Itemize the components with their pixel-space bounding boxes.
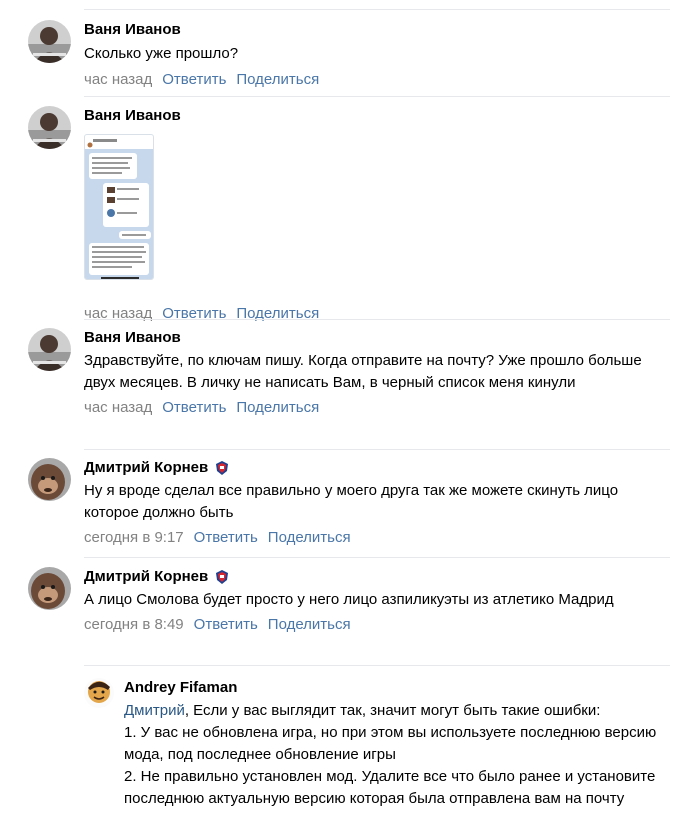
comment-text: А лицо Смолова будет просто у него лицо … (84, 591, 614, 608)
comment-text-line: , Если у вас выглядит так, значит могут … (184, 702, 601, 719)
comment-text: Здравствуйте, по ключам пишу. Когда отпр… (84, 352, 642, 391)
reply-button[interactable]: Ответить (162, 304, 226, 324)
reply-comment: Andrey Fifaman Дмитрий, Если у вас выгля… (84, 668, 670, 826)
share-button[interactable]: Поделиться (268, 615, 351, 635)
comment: Ваня Иванов Здравствуйте, по ключам пишу… (28, 328, 670, 444)
avatar[interactable] (28, 328, 71, 371)
divider (84, 665, 670, 666)
avatar[interactable] (84, 678, 114, 708)
comment-time[interactable]: сегодня в 9:17 (84, 528, 184, 548)
share-button[interactable]: Поделиться (268, 528, 351, 548)
avatar[interactable] (28, 458, 71, 501)
screenshot-attachment[interactable] (84, 134, 154, 280)
comment-text: Сколько уже прошло? (84, 45, 239, 62)
comment-text: Дмитрий, Если у вас выглядит так, значит… (124, 700, 670, 810)
share-button[interactable]: Поделиться (236, 70, 319, 90)
comment-author[interactable]: Дмитрий Корнев (84, 458, 670, 478)
comment-time[interactable]: час назад (84, 304, 152, 324)
comment-author[interactable]: Andrey Fifaman (124, 678, 670, 698)
comment-author[interactable]: Ваня Иванов (84, 328, 670, 348)
comment-meta: сегодня в 8:49 Ответить Поделиться (84, 615, 670, 635)
comment-author[interactable]: Ваня Иванов (84, 106, 670, 126)
comment-text-line: 1. У вас не обновлена игра, но при этом … (124, 724, 657, 763)
divider (84, 557, 670, 558)
author-name[interactable]: Дмитрий Корнев (84, 567, 208, 587)
author-name[interactable]: Дмитрий Корнев (84, 458, 208, 478)
divider (84, 319, 670, 320)
comment: Ваня Иванов Сколько уже прошло? час наза… (28, 20, 670, 92)
comment: Дмитрий Корнев Ну я вроде сделал все пра… (28, 458, 670, 552)
reply-button[interactable]: Ответить (194, 615, 258, 635)
comment-time[interactable]: сегодня в 8:49 (84, 615, 184, 635)
reply-button[interactable]: Ответить (194, 528, 258, 548)
comment-meta: час назад Ответить Поделиться (84, 304, 670, 324)
comment-time[interactable]: час назад (84, 70, 152, 90)
previous-comment-actions-cutoff (84, 0, 670, 10)
share-button[interactable]: Поделиться (236, 398, 319, 418)
avatar[interactable] (28, 106, 71, 149)
comment-meta: сегодня в 9:17 Ответить Поделиться (84, 528, 670, 548)
comment: Ваня Иванов час назад Ответить Поделитьс… (28, 106, 670, 322)
comment-meta: час назад Ответить Поделиться (84, 398, 670, 418)
divider (84, 96, 670, 97)
comment-text: Ну я вроде сделал все правильно у моего … (84, 482, 619, 521)
reply-button[interactable]: Ответить (162, 398, 226, 418)
avatar[interactable] (28, 20, 71, 63)
mention-link[interactable]: Дмитрий (124, 702, 185, 719)
avatar[interactable] (28, 567, 71, 610)
comment-time[interactable]: час назад (84, 398, 152, 418)
comment-text-line: 2. Не правильно установлен мод. Удалите … (124, 768, 656, 807)
club-badge-icon (216, 570, 229, 584)
comment-author[interactable]: Ваня Иванов (84, 20, 670, 40)
club-badge-icon (216, 461, 229, 475)
reply-button[interactable]: Ответить (162, 70, 226, 90)
comment-author[interactable]: Дмитрий Корнев (84, 567, 670, 587)
comments-feed: Ваня Иванов Сколько уже прошло? час наза… (0, 0, 692, 826)
comment: Дмитрий Корнев А лицо Смолова будет прос… (28, 567, 670, 661)
divider (84, 449, 670, 450)
share-button[interactable]: Поделиться (236, 304, 319, 324)
comment-meta: час назад Ответить Поделиться (84, 70, 670, 90)
